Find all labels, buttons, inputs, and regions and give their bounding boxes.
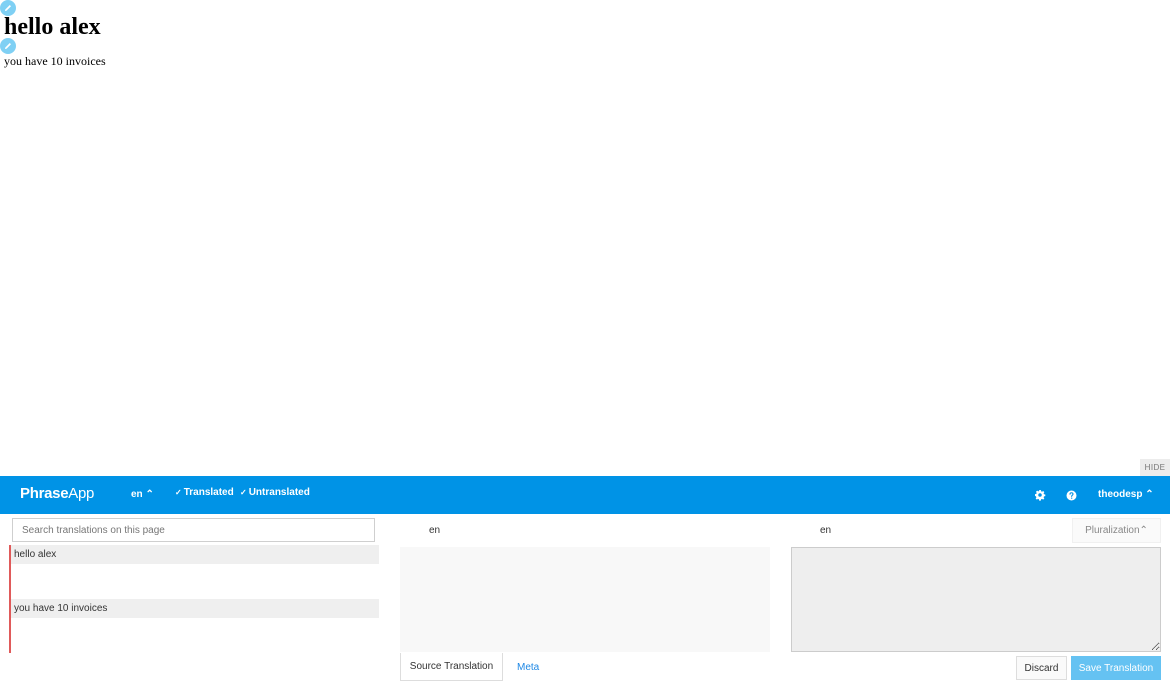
brand-logo: PhraseApp [20,485,94,502]
tab-source-translation[interactable]: Source Translation [400,653,503,681]
locale-switcher[interactable]: en ⌃ [131,489,154,500]
page-heading: hello alex [4,14,101,40]
chevron-up-icon: ⌃ [145,489,154,500]
search-input[interactable] [12,518,375,542]
editor-topbar: PhraseApp en ⌃ ✓ Translated ✓ Untranslated… [0,476,1170,514]
list-item-label: hello alex [11,545,379,564]
tab-meta[interactable]: Meta [517,662,539,673]
filter-untranslated[interactable]: ✓ Untranslated [240,487,310,498]
filter-translated[interactable]: ✓ Translated [175,487,234,498]
chevron-up-icon: ⌃ [1139,525,1148,536]
username: theodesp [1098,489,1143,500]
chevron-up-icon: ⌃ [1145,489,1154,500]
question-icon[interactable] [1066,490,1077,501]
brand-logo-regular: App [68,485,95,502]
discard-button[interactable]: Discard [1016,656,1067,680]
hide-editor-button[interactable]: HIDE [1140,459,1170,476]
locale-switcher-label: en [131,489,143,500]
gear-icon[interactable] [1034,489,1046,501]
list-item[interactable]: hello alex [11,545,379,599]
list-item[interactable]: you have 10 invoices [11,599,379,653]
page-content: hello alex you have 10 invoices [0,0,1170,460]
target-locale-label: en [820,525,832,536]
source-translation-panel [400,547,770,652]
filter-untranslated-label: Untranslated [248,487,310,498]
translation-editor: PhraseApp en ⌃ ✓ Translated ✓ Untranslated… [0,476,1170,686]
list-item-label: you have 10 invoices [11,599,379,618]
user-menu[interactable]: theodesp ⌃ [1098,489,1154,500]
brand-logo-bold: Phrase [20,485,69,502]
edit-pencil-icon[interactable] [0,38,16,54]
save-translation-button[interactable]: Save Translation [1071,656,1161,680]
translation-textarea[interactable] [791,547,1161,652]
pluralization-button[interactable]: Pluralization ⌃ [1072,518,1161,543]
pluralization-label: Pluralization [1085,525,1140,536]
check-icon: ✓ [175,488,182,497]
page-text: you have 10 invoices [4,54,106,68]
check-icon: ✓ [240,488,247,497]
source-locale-label: en [429,525,441,536]
filter-translated-label: Translated [183,487,234,498]
translation-key-list: hello alex you have 10 invoices [9,545,379,653]
